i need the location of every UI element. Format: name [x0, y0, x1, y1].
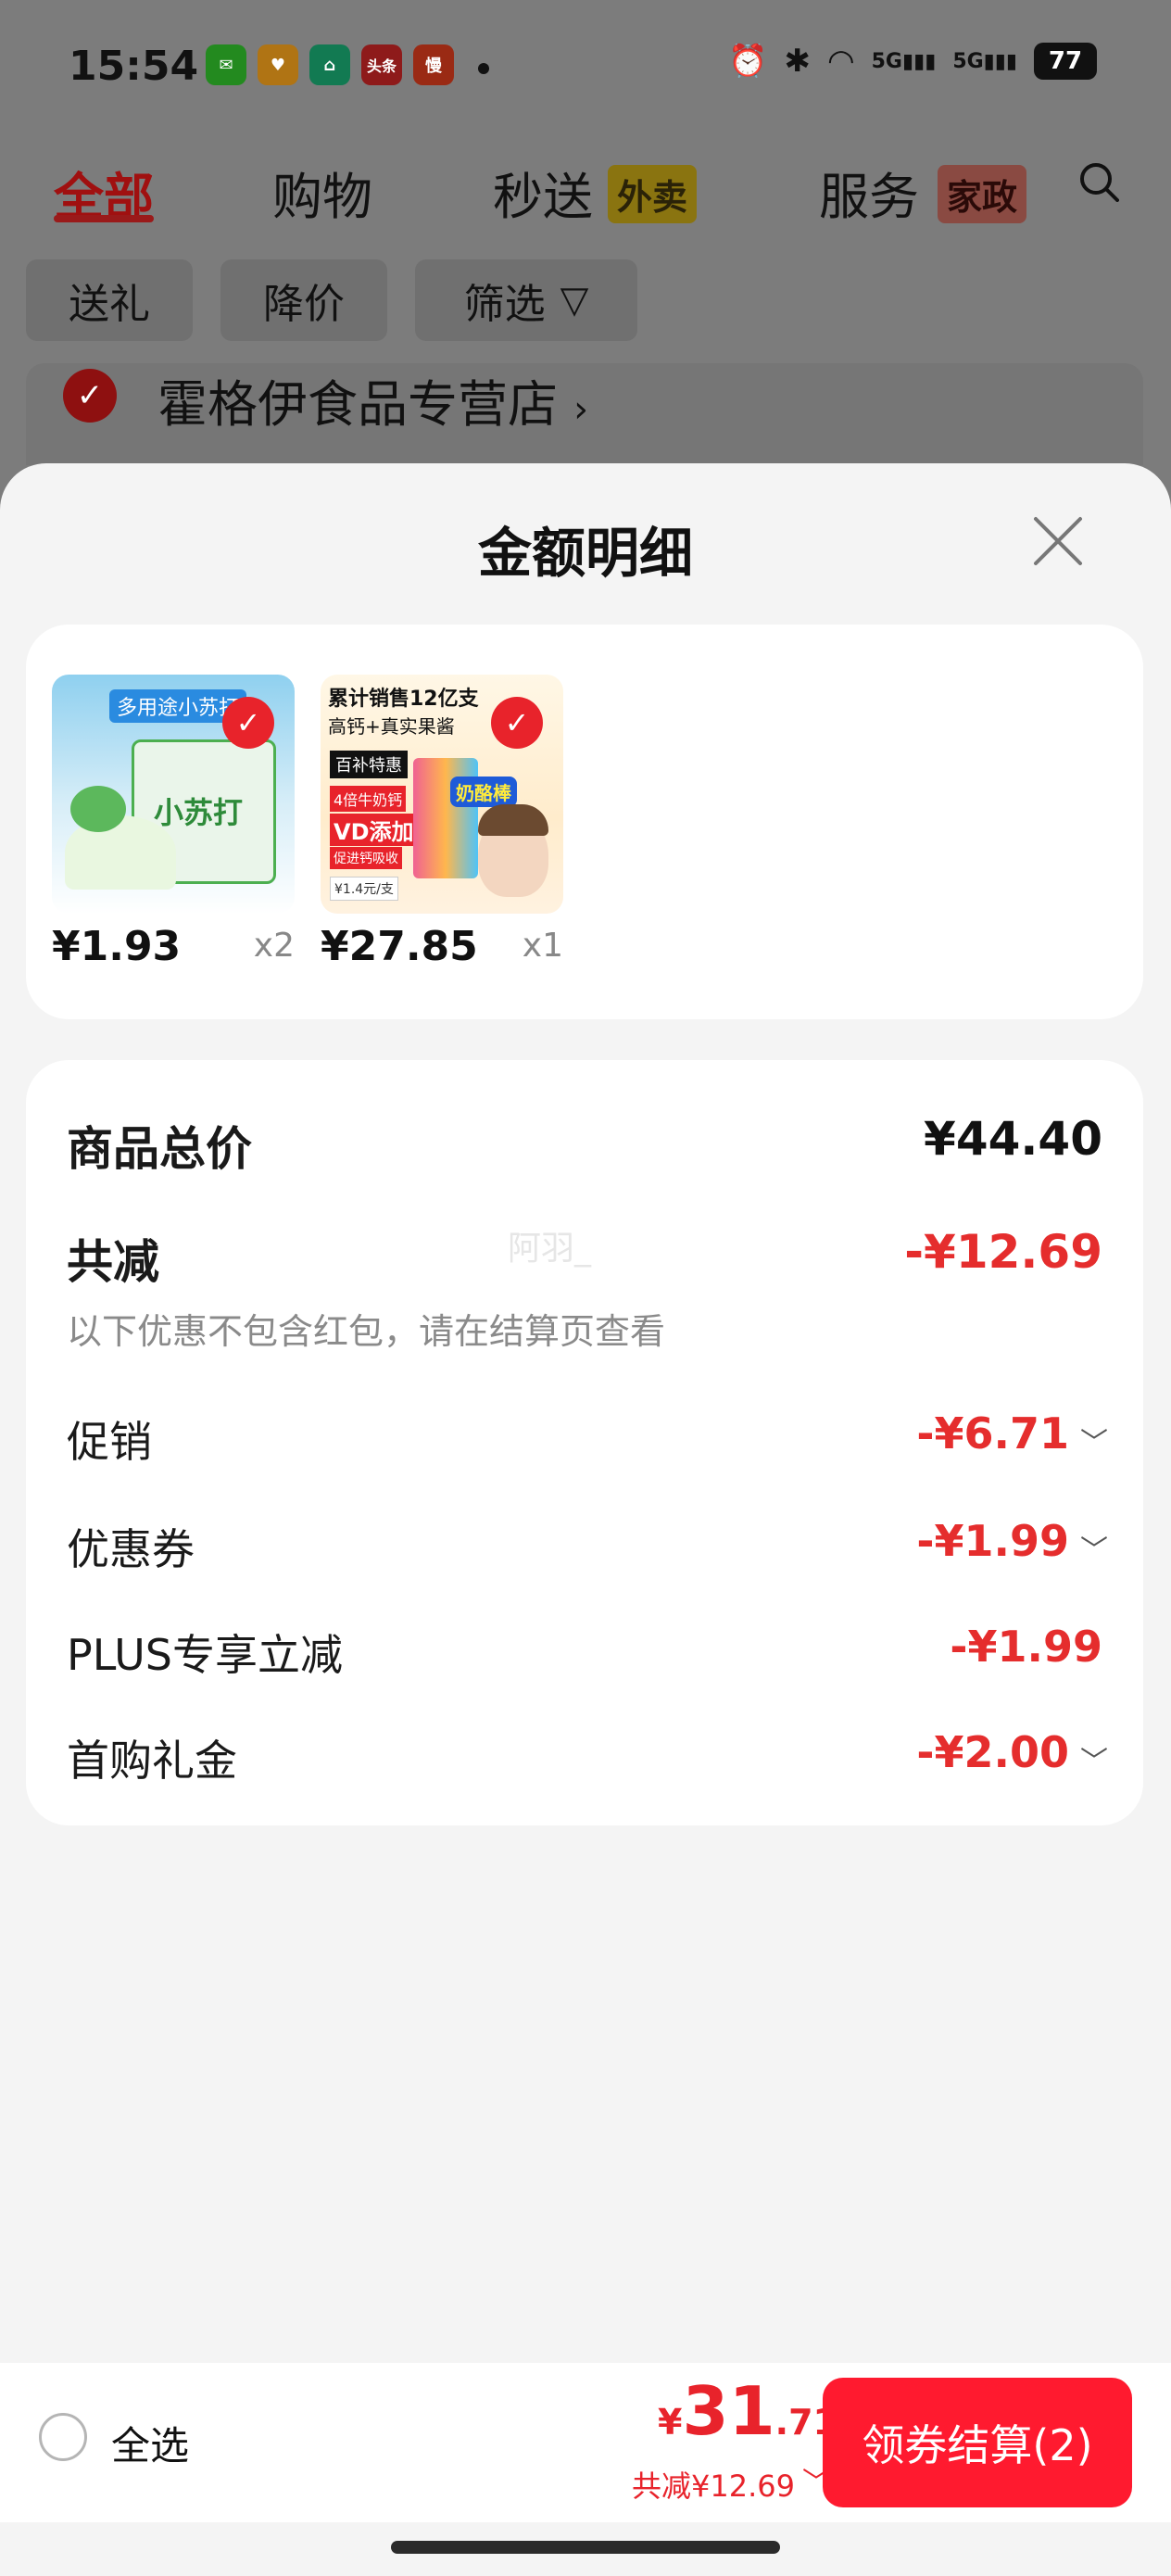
filter-price-drop[interactable]: 降价	[220, 259, 387, 341]
product-image-text-2: 小苏打	[154, 795, 244, 830]
status-bar: 15:54 ✉ ♥ ⌂ 头条 慢 ⏰ ✱ ◠ 5G▮▮▮ 5G▮▮▮ 77	[0, 37, 1171, 102]
battery-icon: 77	[1034, 43, 1097, 80]
tab-shopping[interactable]: 购物	[272, 156, 372, 229]
product-image-text: 累计销售12亿支	[328, 688, 479, 711]
funnel-icon: ▽	[560, 279, 589, 322]
currency-symbol: ¥	[658, 2402, 683, 2443]
total-reduce-value: -¥12.69	[904, 1225, 1102, 1279]
toutiao-icon: 头条	[361, 44, 402, 85]
amount-detail-sheet: 金额明细 多用途小苏打 小苏打 ✓ ¥1.93 x2 累计销售12亿支 高钙+真…	[0, 463, 1171, 2363]
watermark: 阿羽_	[508, 1230, 592, 1268]
product-image-text-6: 促进钙吸收	[330, 847, 402, 869]
checkout-bar: 全选 ¥31.71 共减¥12.69 ﹀ 领券结算(2)	[0, 2363, 1171, 2522]
top-tabs: 全部 购物 秒送 外卖 服务 家政	[0, 148, 1171, 232]
selected-check-icon: ✓	[491, 697, 543, 749]
tab-active-underline	[54, 215, 154, 222]
leaf-shape	[70, 786, 126, 832]
signal-5g-icon-2: 5G▮▮▮	[952, 49, 1017, 73]
filter-gift[interactable]: 送礼	[26, 259, 193, 341]
first-purchase-row[interactable]: 首购礼金 -¥2.00 ﹀	[67, 1727, 1108, 1786]
selected-check-icon: ✓	[222, 697, 274, 749]
discount-note-text: 以下优惠不包含红包，请在结算页查看	[67, 1311, 666, 1352]
signal-5g-icon: 5G▮▮▮	[871, 49, 937, 73]
select-all-label[interactable]: 全选	[111, 2415, 189, 2471]
total-price-row: 商品总价 ¥44.40	[67, 1112, 1102, 1176]
close-icon[interactable]	[1028, 511, 1088, 571]
more-notifications-dot	[478, 63, 489, 74]
coupon-value: -¥1.99	[916, 1516, 1069, 1566]
saving-text[interactable]: 共减¥12.69	[632, 2463, 795, 2506]
store-chevron-icon: ›	[573, 388, 589, 431]
filter-screen[interactable]: 筛选 ▽	[415, 259, 637, 341]
promo-value: -¥6.71	[916, 1408, 1069, 1458]
clock: 15:54	[69, 43, 199, 90]
amount-breakdown-card: 商品总价 ¥44.40 共减 -¥12.69 以下优惠不包含红包，请在结算页查看…	[26, 1060, 1143, 1825]
total-price-label: 商品总价	[67, 1122, 252, 1176]
select-all-radio[interactable]	[39, 2413, 87, 2461]
store-name-text: 霍格伊食品专营店	[157, 375, 558, 434]
product-image-baking-soda: 多用途小苏打 小苏打 ✓	[52, 675, 295, 914]
total-reduce-label: 共减	[67, 1235, 159, 1289]
coupon-row[interactable]: 优惠券 -¥1.99 ﹀	[67, 1516, 1108, 1574]
plus-label: PLUS专享立减	[67, 1630, 343, 1680]
product-image-text-8: 奶酪棒	[450, 777, 517, 807]
sheet-title: 金额明细	[477, 522, 693, 585]
wifi-icon: ◠	[826, 43, 855, 80]
product-image-text-5: VD添加	[330, 814, 418, 846]
product-image-text-4: 4倍牛奶钙	[330, 786, 407, 812]
wechat-icon: ✉	[206, 44, 246, 85]
app-icon-orange: ♥	[258, 44, 298, 85]
plus-row: PLUS专享立减 -¥1.99	[67, 1622, 1102, 1680]
app-icon-red: 慢	[413, 44, 454, 85]
discount-note: 以下优惠不包含红包，请在结算页查看	[67, 1303, 1102, 1352]
plus-value: -¥1.99	[950, 1622, 1102, 1672]
product-price: ¥1.93	[52, 923, 182, 970]
chevron-down-icon: ﹀	[1080, 1427, 1108, 1459]
first-purchase-label: 首购礼金	[67, 1736, 237, 1786]
chevron-down-icon: ﹀	[1080, 1534, 1108, 1567]
status-icons: ⏰ ✱ ◠ 5G▮▮▮ 5G▮▮▮ 77	[728, 43, 1097, 80]
promo-label: 促销	[67, 1417, 152, 1467]
first-purchase-value: -¥2.00	[916, 1727, 1069, 1777]
service-tag: 家政	[938, 165, 1027, 223]
product-qty: x2	[253, 927, 295, 965]
product-qty: x1	[522, 927, 563, 965]
product-image-text-3: 百补特惠	[330, 751, 408, 778]
total-integer: 31	[682, 2372, 775, 2450]
product-image-text-7: ¥1.4元/支	[330, 877, 398, 901]
express-tag: 外卖	[608, 165, 698, 223]
chevron-down-icon: ﹀	[1080, 1746, 1108, 1778]
product-item[interactable]: 多用途小苏打 小苏打 ✓ ¥1.93 x2	[52, 675, 295, 970]
tab-express[interactable]: 秒送	[493, 156, 593, 229]
product-price: ¥27.85	[321, 923, 478, 970]
alarm-icon: ⏰	[728, 43, 768, 80]
tab-service[interactable]: 服务	[819, 156, 919, 229]
checkout-button[interactable]: 领券结算(2)	[823, 2378, 1132, 2507]
bluetooth-icon: ✱	[784, 43, 811, 80]
product-image-kids-stick: 累计销售12亿支 高钙+真实果酱 百补特惠 4倍牛奶钙 VD添加 促进钙吸收 ¥…	[321, 675, 563, 914]
store-check-icon[interactable]: ✓	[63, 369, 117, 423]
promo-row[interactable]: 促销 -¥6.71 ﹀	[67, 1408, 1108, 1467]
home-indicator[interactable]	[391, 2541, 780, 2554]
total-price-value: ¥44.40	[924, 1112, 1102, 1166]
product-list-card: 多用途小苏打 小苏打 ✓ ¥1.93 x2 累计销售12亿支 高钙+真实果酱 百…	[26, 625, 1143, 1019]
search-icon[interactable]	[1078, 161, 1119, 202]
filter-screen-label: 筛选	[463, 281, 546, 328]
background-page: 15:54 ✉ ♥ ⌂ 头条 慢 ⏰ ✱ ◠ 5G▮▮▮ 5G▮▮▮ 77 全部…	[0, 0, 1171, 519]
coupon-label: 优惠券	[67, 1524, 195, 1574]
total-amount: ¥31.71	[658, 2372, 837, 2450]
app-icon-green: ⌂	[309, 44, 350, 85]
store-name[interactable]: 霍格伊食品专营店 ›	[157, 363, 588, 436]
store-header: ✓ 霍格伊食品专营店 ›	[26, 363, 1143, 465]
product-item[interactable]: 累计销售12亿支 高钙+真实果酱 百补特惠 4倍牛奶钙 VD添加 促进钙吸收 ¥…	[321, 675, 563, 970]
child-hair-shape	[478, 804, 548, 836]
product-image-text-2: 高钙+真实果酱	[328, 715, 455, 738]
